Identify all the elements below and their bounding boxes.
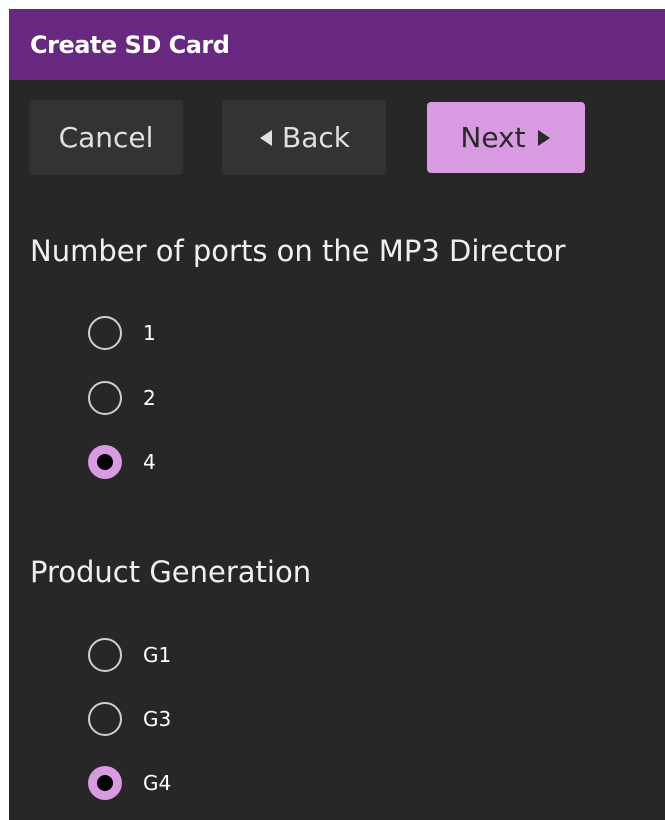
generation-option-label: G3 — [143, 707, 172, 731]
cancel-button-label: Cancel — [58, 120, 154, 154]
radio-unchecked-icon[interactable] — [88, 702, 122, 736]
next-button-label: Next — [460, 120, 526, 154]
generation-option-g3[interactable]: G3 — [88, 699, 171, 739]
radio-checked-icon[interactable] — [88, 445, 122, 479]
chevron-right-icon — [536, 128, 552, 148]
generation-option-g4[interactable]: G4 — [88, 763, 171, 803]
chevron-left-icon — [258, 128, 274, 148]
ports-option-1[interactable]: 1 — [88, 313, 156, 353]
back-button-label: Back — [282, 120, 350, 154]
ports-option-label: 2 — [143, 386, 156, 410]
create-sd-card-dialog: Create SD Card Cancel Back Next Number o… — [9, 9, 665, 820]
generation-option-label: G4 — [143, 771, 172, 795]
radio-unchecked-icon[interactable] — [88, 381, 122, 415]
ports-section-title: Number of ports on the MP3 Director — [30, 234, 566, 268]
back-button[interactable]: Back — [222, 100, 386, 175]
ports-option-2[interactable]: 2 — [88, 378, 156, 418]
radio-checked-icon[interactable] — [88, 766, 122, 800]
generation-section-title: Product Generation — [30, 555, 312, 589]
title-bar: Create SD Card — [9, 9, 665, 80]
generation-option-g1[interactable]: G1 — [88, 635, 171, 675]
next-button[interactable]: Next — [427, 102, 585, 173]
cancel-button[interactable]: Cancel — [29, 100, 183, 175]
ports-option-4[interactable]: 4 — [88, 442, 156, 482]
ports-option-label: 4 — [143, 450, 156, 474]
dialog-title: Create SD Card — [30, 31, 230, 59]
ports-option-label: 1 — [143, 321, 156, 345]
radio-unchecked-icon[interactable] — [88, 638, 122, 672]
radio-unchecked-icon[interactable] — [88, 316, 122, 350]
generation-option-label: G1 — [143, 643, 172, 667]
